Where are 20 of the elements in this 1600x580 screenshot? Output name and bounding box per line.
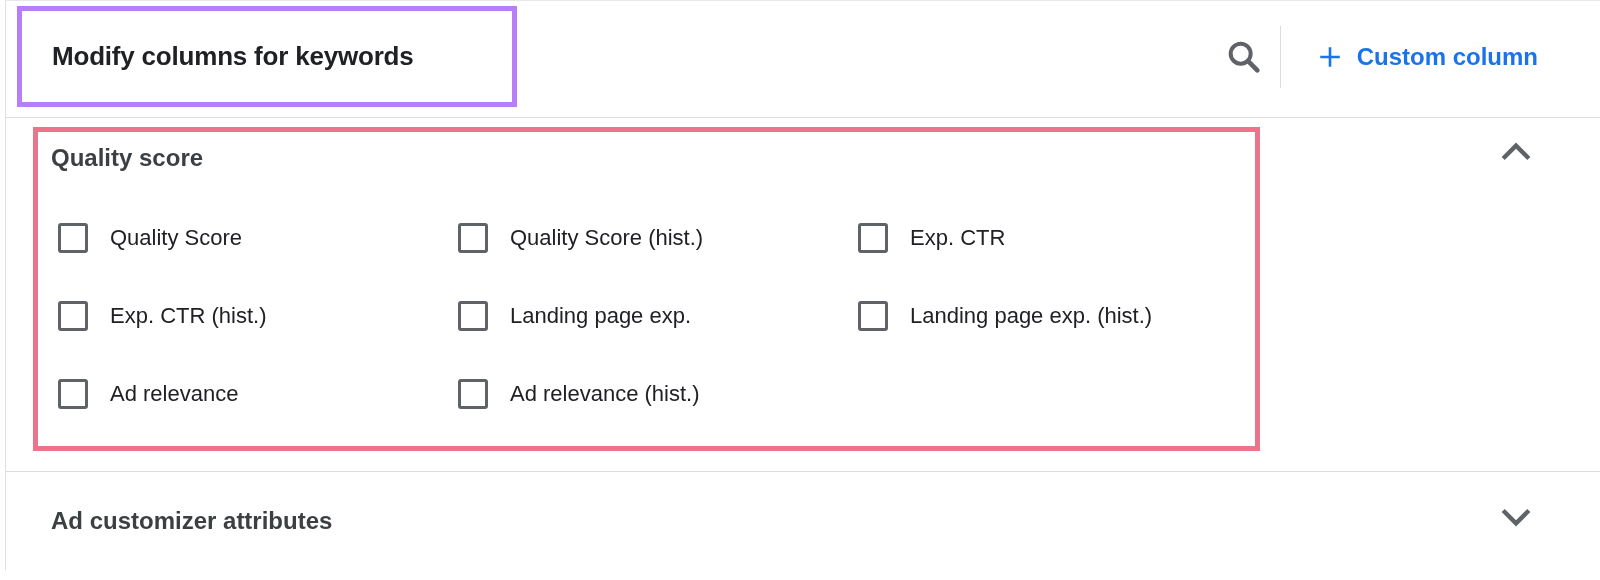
custom-column-button[interactable]: Custom column [1310, 35, 1544, 79]
checkbox[interactable] [858, 223, 888, 253]
section-title[interactable]: Ad customizer attributes [51, 507, 333, 535]
checkbox[interactable] [458, 223, 488, 253]
checkbox-label: Landing page exp. (hist.) [910, 303, 1153, 329]
checkbox[interactable] [58, 301, 88, 331]
checkbox-label: Quality Score (hist.) [510, 225, 704, 251]
checkbox-label: Ad relevance (hist.) [510, 381, 700, 407]
checkbox-label: Exp. CTR (hist.) [110, 303, 267, 329]
checkbox[interactable] [58, 223, 88, 253]
checkbox[interactable] [58, 379, 88, 409]
checkbox[interactable] [458, 379, 488, 409]
checkbox[interactable] [858, 301, 888, 331]
checkbox-label: Landing page exp. [510, 303, 692, 329]
checkbox-label: Ad relevance [110, 381, 239, 407]
checkbox-label: Exp. CTR [910, 225, 1006, 251]
checkbox[interactable] [458, 301, 488, 331]
section-title[interactable]: Quality score [51, 144, 204, 172]
checkbox-label: Quality Score [110, 225, 243, 251]
dialog-title: Modify columns for keywords [52, 41, 414, 72]
